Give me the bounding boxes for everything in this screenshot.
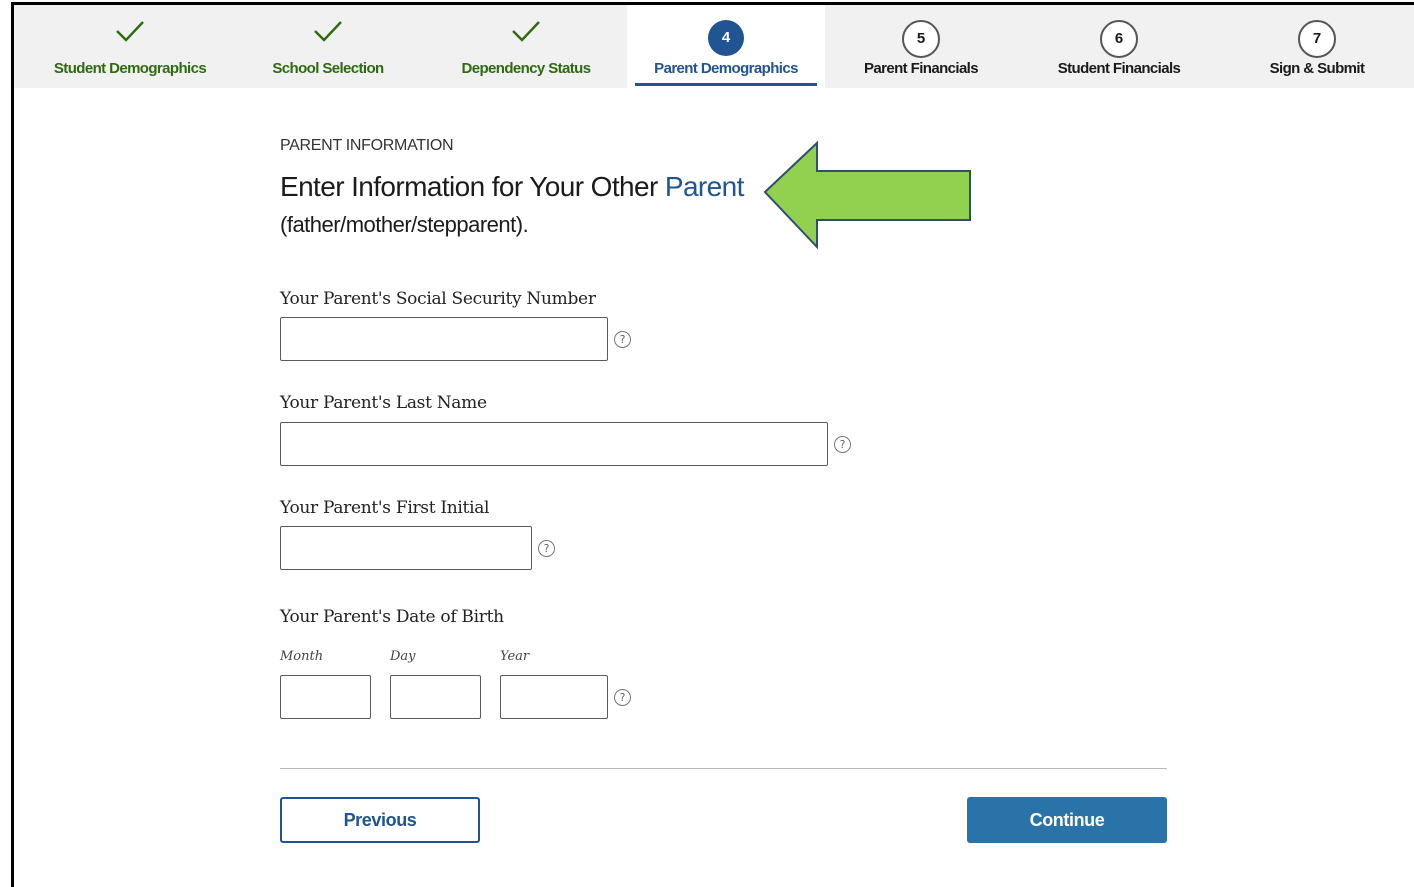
help-icon[interactable]: ? [538,540,555,557]
checkmark-icon [116,21,144,42]
ssn-input[interactable] [280,317,608,361]
step-number: 5 [902,20,940,58]
step-parent-financials: 5 Parent Financials [822,5,1020,88]
help-icon[interactable]: ? [614,331,631,348]
previous-button[interactable]: Previous [280,797,480,843]
active-step-indicator [635,83,817,86]
continue-button[interactable]: Continue [967,797,1167,843]
step-label: Student Financials [1057,60,1181,77]
step-navigation: Student Demographics School Selection De… [14,5,1414,88]
first-initial-label: Your Parent's First Initial [280,498,490,518]
year-label: Year [500,649,530,664]
form-divider [280,768,1167,769]
help-icon[interactable]: ? [614,689,631,706]
help-icon[interactable]: ? [834,436,851,453]
step-number: 7 [1298,20,1336,58]
step-label: Parent Financials [863,60,979,77]
dob-month-input[interactable] [280,675,371,719]
page-title-accent: Parent [664,171,745,202]
checkmark-icon [512,21,540,42]
last-name-input[interactable] [280,422,828,466]
page-subtitle: (father/mother/stepparent). [280,212,529,237]
day-label: Day [390,649,416,664]
step-dependency-status[interactable]: Dependency Status [427,5,625,88]
step-student-financials: 6 Student Financials [1020,5,1218,88]
step-label: Student Demographics [53,60,207,77]
page-title: Enter Information for Your Other Parent [280,171,744,203]
dob-label: Your Parent's Date of Birth [280,607,504,627]
step-sign-submit: 7 Sign & Submit [1218,5,1414,88]
step-school-selection[interactable]: School Selection [229,5,427,88]
section-eyebrow: PARENT INFORMATION [280,137,454,154]
step-label: Sign & Submit [1269,60,1365,77]
first-initial-input[interactable] [280,526,532,570]
step-label: School Selection [272,60,384,77]
dob-year-input[interactable] [500,675,608,719]
step-label: Parent Demographics [654,60,798,77]
step-number: 6 [1100,20,1138,58]
callout-arrow-icon [763,140,971,250]
step-parent-demographics[interactable]: 4 Parent Demographics [627,5,825,88]
ssn-label: Your Parent's Social Security Number [280,289,596,309]
step-number: 4 [708,20,744,56]
month-label: Month [280,649,324,664]
dob-day-input[interactable] [390,675,481,719]
step-label: Dependency Status [461,60,591,77]
last-name-label: Your Parent's Last Name [280,393,487,413]
step-student-demographics[interactable]: Student Demographics [31,5,229,88]
page-title-text: Enter Information for Your Other [280,171,665,202]
checkmark-icon [314,21,342,42]
